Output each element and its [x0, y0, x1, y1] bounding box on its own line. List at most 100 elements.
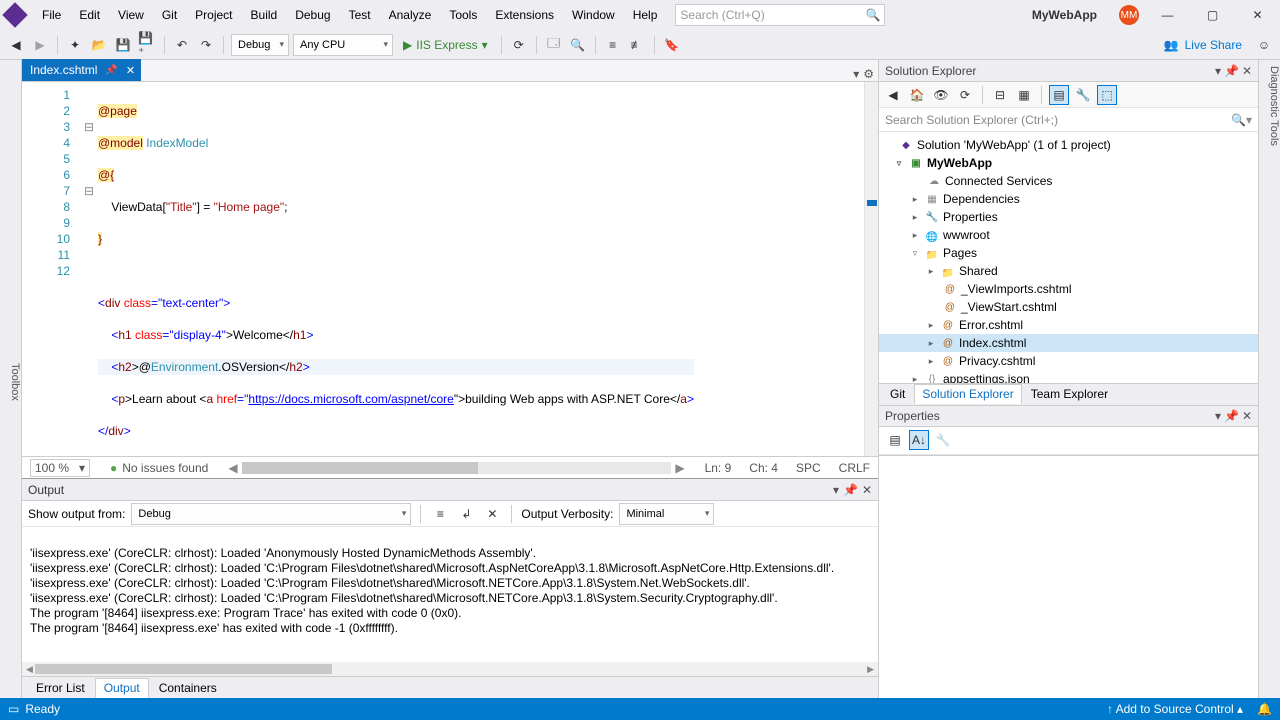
verbosity-dropdown[interactable]: Minimal	[619, 503, 714, 525]
output-wrap-icon[interactable]: ↲	[456, 504, 476, 524]
solution-tree[interactable]: ◆Solution 'MyWebApp' (1 of 1 project) ▿▣…	[879, 132, 1258, 383]
expand-icon[interactable]: ▿	[909, 248, 921, 259]
tree-project[interactable]: MyWebApp	[927, 156, 992, 170]
menu-git[interactable]: Git	[154, 4, 185, 26]
props-dropdown-icon[interactable]: ▾	[1215, 409, 1221, 423]
props-close-icon[interactable]: ✕	[1242, 409, 1252, 423]
sol-home-icon[interactable]: 🏠	[907, 85, 927, 105]
redo-button[interactable]: ↷	[196, 35, 216, 55]
subtab-git[interactable]: Git	[883, 385, 912, 403]
props-cat-icon[interactable]: ▤	[885, 430, 905, 450]
user-avatar[interactable]: MM	[1119, 5, 1139, 25]
menu-build[interactable]: Build	[243, 4, 286, 26]
indent-mode[interactable]: SPC	[796, 461, 821, 475]
code-content[interactable]: @page @model IndexModel @{ ViewData["Tit…	[98, 82, 694, 456]
tab-error-list[interactable]: Error List	[28, 679, 93, 697]
hscroll-left-icon[interactable]: ◀	[228, 461, 237, 475]
tree-wwwroot[interactable]: wwwroot	[943, 228, 990, 242]
menu-extensions[interactable]: Extensions	[487, 4, 562, 26]
output-dropdown-icon[interactable]: ▾	[833, 483, 839, 497]
tree-appsettings[interactable]: appsettings.json	[943, 372, 1030, 383]
expand-icon[interactable]: ▸	[925, 356, 937, 367]
tab-output[interactable]: Output	[95, 678, 149, 698]
bookmark-button[interactable]: 🔖	[662, 35, 682, 55]
menu-edit[interactable]: Edit	[71, 4, 108, 26]
diagnostic-tools-tab[interactable]: Diagnostic Tools	[1258, 60, 1280, 698]
tree-error[interactable]: Error.cshtml	[959, 318, 1023, 332]
tree-privacy[interactable]: Privacy.cshtml	[959, 354, 1035, 368]
expand-icon[interactable]: ▸	[925, 320, 937, 331]
close-tab-icon[interactable]: ✕	[126, 64, 135, 77]
properties-grid[interactable]	[879, 456, 1258, 699]
output-source-dropdown[interactable]: Debug	[131, 503, 411, 525]
start-debug-button[interactable]: ▶ IIS Express ▾	[397, 38, 494, 52]
solution-search-input[interactable]: Search Solution Explorer (Ctrl+;) 🔍▾	[879, 108, 1258, 132]
config-dropdown[interactable]: Debug	[231, 34, 289, 56]
maximize-button[interactable]: ▢	[1190, 0, 1235, 30]
horizontal-scrollbar[interactable]	[242, 462, 672, 474]
save-all-button[interactable]: 💾⁺	[137, 35, 157, 55]
tab-settings-icon[interactable]: ⚙	[863, 67, 874, 81]
tree-shared[interactable]: Shared	[959, 264, 998, 278]
expand-icon[interactable]: ▸	[909, 194, 921, 205]
new-project-button[interactable]: ✦	[65, 35, 85, 55]
expand-icon[interactable]: ▸	[925, 266, 937, 277]
hscroll-right-icon[interactable]: ▶	[675, 461, 684, 475]
menu-view[interactable]: View	[110, 4, 152, 26]
issues-status[interactable]: No issues found	[110, 461, 208, 475]
sol-sync-icon[interactable]: 👁	[931, 85, 951, 105]
eol-mode[interactable]: CRLF	[839, 461, 870, 475]
find-button[interactable]: 🔍	[568, 35, 588, 55]
global-search-input[interactable]: Search (Ctrl+Q) 🔍	[675, 4, 885, 26]
output-indent-icon[interactable]: ≡	[430, 504, 450, 524]
feedback-button[interactable]: ☺	[1254, 35, 1274, 55]
notifications-icon[interactable]: 🔔	[1257, 702, 1272, 716]
expand-icon[interactable]: ▸	[909, 230, 921, 241]
expand-icon[interactable]: ▸	[925, 338, 937, 349]
tree-props[interactable]: Properties	[943, 210, 998, 224]
output-pin-icon[interactable]: 📌	[843, 483, 858, 497]
output-close-icon[interactable]: ✕	[862, 483, 872, 497]
comment-button[interactable]: ≡	[603, 35, 623, 55]
sol-properties-icon[interactable]: 🔧	[1073, 85, 1093, 105]
tab-overflow-icon[interactable]: ▾	[853, 67, 859, 81]
sol-nest-icon[interactable]: ⬚	[1097, 85, 1117, 105]
tree-deps[interactable]: Dependencies	[943, 192, 1020, 206]
sol-preview-icon[interactable]: ▤	[1049, 85, 1069, 105]
menu-tools[interactable]: Tools	[441, 4, 485, 26]
sol-refresh-icon[interactable]: ⟳	[955, 85, 975, 105]
sol-showall-icon[interactable]: ▦	[1014, 85, 1034, 105]
nav-fwd-button[interactable]: ▶	[30, 35, 50, 55]
browse-button[interactable]: 🗔	[544, 35, 564, 55]
menu-help[interactable]: Help	[625, 4, 666, 26]
platform-dropdown[interactable]: Any CPU	[293, 34, 393, 56]
file-tab-index[interactable]: Index.cshtml 📌 ✕	[22, 59, 141, 81]
fold-gutter[interactable]: ⊟ ⊟	[84, 82, 98, 456]
subtab-solution-explorer[interactable]: Solution Explorer	[914, 384, 1021, 404]
props-pages-icon[interactable]: 🔧	[933, 430, 953, 450]
menu-analyze[interactable]: Analyze	[381, 4, 440, 26]
expand-icon[interactable]: ▸	[909, 374, 921, 383]
tree-pages[interactable]: Pages	[943, 246, 977, 260]
sol-collapse-icon[interactable]: ⊟	[990, 85, 1010, 105]
menu-debug[interactable]: Debug	[287, 4, 338, 26]
tree-connected[interactable]: Connected Services	[945, 174, 1052, 188]
props-az-icon[interactable]: A↓	[909, 430, 929, 450]
props-pin-icon[interactable]: 📌	[1224, 409, 1239, 423]
menu-project[interactable]: Project	[187, 4, 240, 26]
close-button[interactable]: ✕	[1235, 0, 1280, 30]
sol-back-icon[interactable]: ◀	[883, 85, 903, 105]
panel-close-icon[interactable]: ✕	[1242, 64, 1252, 78]
subtab-team-explorer[interactable]: Team Explorer	[1024, 385, 1115, 403]
uncomment-button[interactable]: ≢	[627, 35, 647, 55]
tree-index[interactable]: Index.cshtml	[959, 336, 1026, 350]
panel-dropdown-icon[interactable]: ▾	[1215, 64, 1221, 78]
zoom-dropdown[interactable]: 100 %▾	[30, 459, 90, 477]
output-clear-icon[interactable]: ✕	[482, 504, 502, 524]
tree-viewimports[interactable]: _ViewImports.cshtml	[961, 282, 1071, 296]
output-scrollbar[interactable]: ◀▶	[22, 662, 878, 676]
refresh-button[interactable]: ⟳	[509, 35, 529, 55]
nav-back-button[interactable]: ◀	[6, 35, 26, 55]
pin-tab-icon[interactable]: 📌	[105, 65, 117, 76]
menu-file[interactable]: File	[34, 4, 69, 26]
